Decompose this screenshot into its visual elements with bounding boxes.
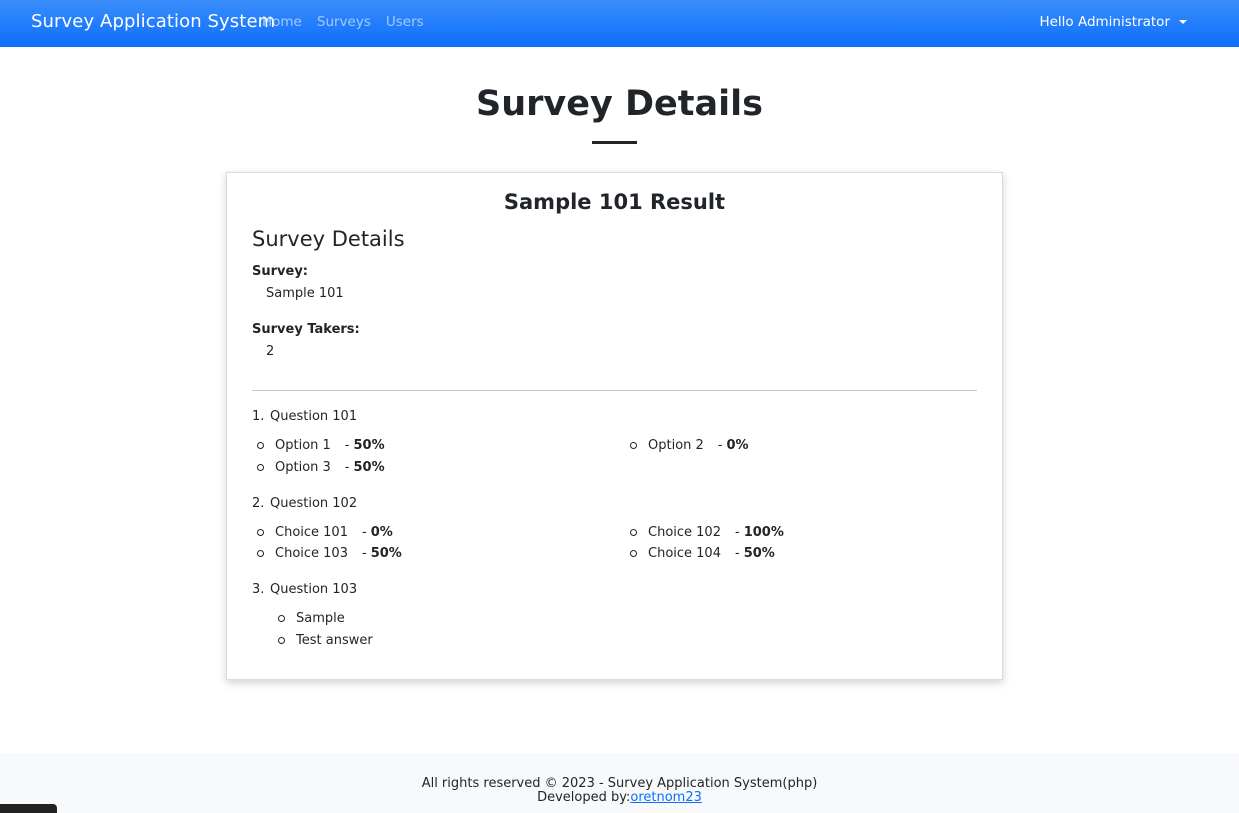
option-percent: 100% [743,525,784,540]
nav-surveys[interactable]: Surveys [317,14,371,30]
answer-text: Sample [296,611,345,626]
question-item: 3. Question 103 [252,582,357,597]
question-text: Question 103 [270,582,358,597]
option-item: Choice 101 -0% [257,525,393,540]
title-underline [592,141,637,144]
footer-developer: Developed by:oretnom23 [0,790,1239,805]
nav-users[interactable]: Users [386,14,424,30]
option-label: Choice 103 [275,546,348,561]
answer-text: Test answer [296,633,373,648]
takers-label: Survey Takers: [252,322,360,337]
question-text: Question 102 [270,496,358,511]
divider [252,390,977,391]
circle-bullet-icon [257,464,264,471]
question-item: 1. Question 101 [252,409,357,424]
footer-rights: All rights reserved © 2023 - Survey Appl… [421,776,818,791]
question-number: 2. [252,496,265,511]
circle-bullet-icon [257,550,264,557]
circle-bullet-icon [630,442,637,449]
option-item: Choice 102 -100% [630,525,784,540]
brand-link[interactable]: Survey Application System [31,11,275,32]
page-footer: All rights reserved © 2023 - Survey Appl… [0,753,1239,813]
section-heading: Survey Details [252,227,405,251]
option-item: Option 3 -50% [257,460,385,475]
option-item: Choice 103 -50% [257,546,402,561]
top-navbar: Survey Application System Home Surveys U… [0,0,1239,47]
option-label: Choice 101 [275,525,348,540]
question-number: 3. [252,582,265,597]
takers-value: 2 [266,344,275,359]
circle-bullet-icon [278,637,285,644]
survey-label: Survey: [252,264,308,279]
circle-bullet-icon [630,550,637,557]
question-item: 2. Question 102 [252,496,357,511]
circle-bullet-icon [257,442,264,449]
circle-bullet-icon [278,615,285,622]
option-item: Option 2 -0% [630,438,749,453]
survey-result-card: Sample 101 Result Survey Details Survey:… [226,172,1003,680]
circle-bullet-icon [257,529,264,536]
user-dropdown[interactable]: Hello Administrator [1039,14,1187,30]
developer-link[interactable]: oretnom23 [630,790,702,805]
nav-home[interactable]: Home [262,14,302,30]
survey-value: Sample 101 [266,286,344,301]
option-item: Option 1 -50% [257,438,385,453]
option-percent: 50% [353,460,385,475]
question-number: 1. [252,409,265,424]
circle-bullet-icon [630,529,637,536]
question-text: Question 101 [270,409,358,424]
answer-item: Test answer [278,633,373,648]
option-label: Option 2 [648,438,704,453]
answer-item: Sample [278,611,345,626]
main-nav: Home Surveys Users [262,14,439,30]
chevron-down-icon [1179,20,1187,24]
user-greeting: Hello Administrator [1039,14,1170,30]
option-percent: 50% [370,546,402,561]
option-percent: 0% [726,438,749,453]
option-label: Option 1 [275,438,331,453]
option-percent: 50% [353,438,385,453]
developed-by-label: Developed by: [537,790,631,805]
option-label: Choice 102 [648,525,721,540]
option-label: Option 3 [275,460,331,475]
card-title: Sample 101 Result [503,190,726,214]
option-percent: 50% [743,546,775,561]
option-label: Choice 104 [648,546,721,561]
option-percent: 0% [370,525,393,540]
page-title: Survey Details [476,84,763,124]
debug-toolbar-tab[interactable] [0,804,57,813]
option-item: Choice 104 -50% [630,546,775,561]
